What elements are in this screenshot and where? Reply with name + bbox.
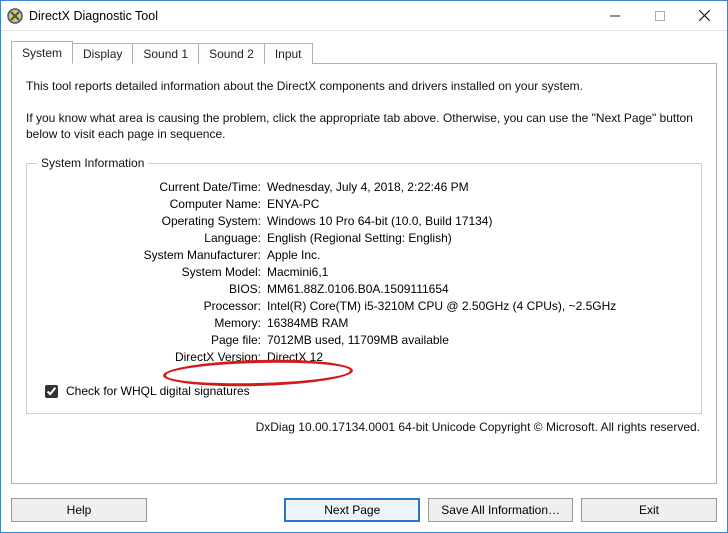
tab-sound-2[interactable]: Sound 2 — [198, 43, 265, 64]
button-bar-spacer — [155, 498, 276, 522]
label-directx-version: DirectX Version: — [41, 350, 261, 364]
window-controls — [592, 1, 727, 30]
tab-system[interactable]: System — [11, 41, 73, 64]
tab-sound-1[interactable]: Sound 1 — [132, 43, 199, 64]
value-current-datetime: Wednesday, July 4, 2018, 2:22:46 PM — [267, 180, 687, 194]
value-computer-name: ENYA-PC — [267, 197, 687, 211]
save-all-information-button[interactable]: Save All Information… — [428, 498, 573, 522]
close-button[interactable] — [682, 1, 727, 30]
minimize-button[interactable] — [592, 1, 637, 30]
label-memory: Memory: — [41, 316, 261, 330]
label-system-manufacturer: System Manufacturer: — [41, 248, 261, 262]
value-directx-version: DirectX 12 — [267, 350, 687, 364]
next-page-button[interactable]: Next Page — [284, 498, 420, 522]
value-bios: MM61.88Z.0106.B0A.1509111654 — [267, 282, 687, 296]
label-processor: Processor: — [41, 299, 261, 313]
titlebar: DirectX Diagnostic Tool — [1, 1, 727, 31]
group-legend: System Information — [37, 156, 148, 170]
label-language: Language: — [41, 231, 261, 245]
label-system-model: System Model: — [41, 265, 261, 279]
tab-strip: System Display Sound 1 Sound 2 Input — [11, 41, 717, 63]
footer-copyright: DxDiag 10.00.17134.0001 64-bit Unicode C… — [26, 420, 702, 434]
intro-line-2: If you know what area is causing the pro… — [26, 110, 702, 142]
label-operating-system: Operating System: — [41, 214, 261, 228]
intro-text: This tool reports detailed information a… — [26, 76, 702, 159]
value-page-file: 7012MB used, 11709MB available — [267, 333, 687, 347]
help-button[interactable]: Help — [11, 498, 147, 522]
window-title: DirectX Diagnostic Tool — [29, 9, 592, 23]
button-bar: Help Next Page Save All Information… Exi… — [1, 490, 727, 532]
label-current-datetime: Current Date/Time: — [41, 180, 261, 194]
system-information-group: System Information Current Date/Time: We… — [26, 163, 702, 414]
app-icon — [7, 8, 23, 24]
whql-checkbox[interactable] — [45, 385, 58, 398]
value-system-manufacturer: Apple Inc. — [267, 248, 687, 262]
info-rows: Current Date/Time: Wednesday, July 4, 20… — [41, 180, 687, 364]
value-operating-system: Windows 10 Pro 64-bit (10.0, Build 17134… — [267, 214, 687, 228]
tab-input[interactable]: Input — [264, 43, 313, 64]
whql-checkbox-row: Check for WHQL digital signatures — [41, 382, 687, 401]
whql-checkbox-label[interactable]: Check for WHQL digital signatures — [66, 384, 250, 398]
dxdiag-window: DirectX Diagnostic Tool System Display S… — [0, 0, 728, 533]
value-processor: Intel(R) Core(TM) i5-3210M CPU @ 2.50GHz… — [267, 299, 687, 313]
label-computer-name: Computer Name: — [41, 197, 261, 211]
value-system-model: Macmini6,1 — [267, 265, 687, 279]
client-area: System Display Sound 1 Sound 2 Input Thi… — [1, 31, 727, 490]
maximize-button[interactable] — [637, 1, 682, 30]
tab-page-system: This tool reports detailed information a… — [11, 63, 717, 484]
value-memory: 16384MB RAM — [267, 316, 687, 330]
label-page-file: Page file: — [41, 333, 261, 347]
exit-button[interactable]: Exit — [581, 498, 717, 522]
tab-display[interactable]: Display — [72, 43, 133, 64]
intro-line-1: This tool reports detailed information a… — [26, 78, 702, 94]
value-language: English (Regional Setting: English) — [267, 231, 687, 245]
label-bios: BIOS: — [41, 282, 261, 296]
